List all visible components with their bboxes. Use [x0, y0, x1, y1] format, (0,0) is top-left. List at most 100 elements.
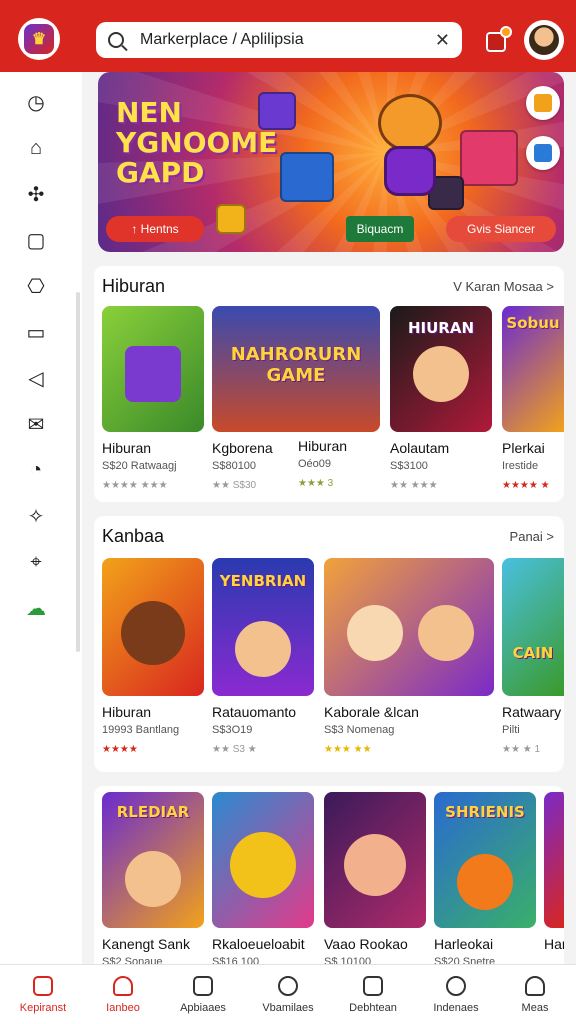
game-thumbnail: SHRIENIS — [434, 792, 536, 928]
game-card[interactable]: YENBRIAN Ratauomanto S$3O19 ★★ S3 ★ — [212, 558, 314, 755]
sidebar-home-icon[interactable]: ⌂ — [22, 134, 50, 162]
nav-tab-indexes[interactable]: Indenaes — [415, 965, 497, 1024]
game-card-text[interactable]: Hiburan Oéo09 ★★★ 3 — [298, 438, 374, 489]
share-button[interactable] — [526, 136, 560, 170]
section-title: Kanbaa — [102, 526, 165, 546]
sidebar-clock-icon[interactable]: ◷ — [22, 88, 50, 116]
sidebar-cloud-icon[interactable]: ☁ — [22, 594, 50, 622]
game-card[interactable]: SHRIENIS Harleokai S$20 Snetre — [434, 792, 536, 966]
banner-mid-button[interactable]: Biquacm — [346, 216, 414, 242]
nav-label: Debhtean — [349, 1002, 397, 1014]
game-price: S$3O19 — [212, 724, 253, 736]
sidebar-mail-icon[interactable]: ▭ — [22, 318, 50, 346]
app-logo[interactable]: ♛ — [18, 18, 60, 60]
game-card[interactable]: Kaborale &lcan S$3 Nomenag ★★★ ★★ — [324, 558, 494, 755]
banner-right-button[interactable]: Gvis Siancer — [446, 216, 556, 242]
sidebar-envelope-icon[interactable]: ✉ — [22, 410, 50, 438]
game-name: Aolautam — [390, 440, 450, 456]
nav-tab-downloads[interactable]: Debhtean — [332, 965, 414, 1024]
nav-tab-apps[interactable]: Apbiaaes — [162, 965, 244, 1024]
game-card[interactable]: Sobuu Plerkai Irestide ★★★★ ★ — [502, 306, 564, 491]
game-thumbnail — [102, 558, 204, 696]
game-price: Oéo09 — [298, 458, 332, 470]
sidebar-timer-icon[interactable]: ◔ — [22, 456, 50, 484]
person-icon — [525, 976, 545, 996]
search-bar[interactable]: Markerplace / Aplilipsia ✕ — [96, 22, 462, 58]
game-name: Plerkai — [502, 440, 545, 456]
banner-title: NEN YGNOOME GAPD — [116, 96, 278, 189]
game-price: 19993 Bantlang — [102, 724, 180, 736]
sidebar-megaphone-icon[interactable]: ◁ — [22, 364, 50, 392]
game-rating: ★★★★ ★ — [502, 480, 550, 491]
favorite-button[interactable] — [526, 86, 560, 120]
store-icon — [113, 976, 133, 996]
nav-label: Ianbeo — [106, 1002, 140, 1014]
game-card[interactable]: CAIN Ratwaary Pilti ★★ ★ 1 — [502, 558, 564, 755]
game-thumbnail: YENBRIAN — [212, 558, 314, 696]
sidebar-puzzle-icon[interactable]: ✣ — [22, 180, 50, 208]
game-name: Har — [544, 936, 564, 952]
clear-icon[interactable]: ✕ — [435, 30, 450, 51]
game-name: Harleokai — [434, 936, 494, 952]
thumb-title: SHRIENIS — [445, 802, 525, 821]
game-thumbnail: Sobuu — [502, 306, 564, 432]
crown-icon: ♛ — [24, 24, 54, 54]
game-price: Pilti — [502, 724, 520, 736]
sidebar: ◷ ⌂ ✣ ▢ ⎔ ▭ ◁ ✉ ◔ ✧ ⌖ ☁ — [0, 72, 82, 964]
sidebar-star-icon[interactable]: ✧ — [22, 502, 50, 530]
user-photo — [529, 25, 559, 55]
game-thumbnail: CAIN — [502, 558, 564, 696]
game-card[interactable]: RLEDIAR Kanengt Sank S$2 Sonaue — [102, 792, 204, 966]
game-card[interactable]: Har — [544, 792, 564, 952]
gem-tile — [216, 204, 246, 234]
sidebar-camera-icon[interactable]: ⎔ — [22, 272, 50, 300]
nav-label: Indenaes — [433, 1002, 479, 1014]
game-name: Ratwaary — [502, 704, 562, 720]
game-price: S$20 Ratwaagj — [102, 460, 177, 472]
game-thumbnail — [324, 558, 494, 696]
game-price: S$3100 — [390, 460, 428, 472]
game-card[interactable]: Vaao Rookao S$ 10100 — [324, 792, 426, 966]
game-name: Rkaloeueloabit — [212, 936, 305, 952]
bottom-navigation: Kepiranst Ianbeo Apbiaaes Vbamilaes Debh… — [0, 964, 576, 1024]
shield-icon — [278, 976, 298, 996]
game-card[interactable]: Rkaloeueloabit S$16 100 — [212, 792, 314, 966]
game-name: Hiburan — [102, 440, 152, 456]
game-card[interactable]: Hiburan S$20 Ratwaagj ★★★★ ★★★ — [102, 306, 204, 491]
game-rating: ★★★★ — [102, 744, 138, 755]
promo-banner[interactable]: NEN YGNOOME GAPD ↑ Hentns Biquacm Gvis S… — [98, 72, 564, 252]
see-more-link[interactable]: Panai > — [510, 529, 554, 544]
game-price: Irestide — [502, 460, 539, 472]
game-rating: ★★★★ ★★★ — [102, 480, 168, 491]
game-thumbnail — [212, 792, 314, 928]
section-kanbaa: Kanbaa Panai > Hiburan 19993 Bantlang ★★… — [94, 516, 564, 772]
sidebar-scrollbar[interactable] — [76, 292, 80, 652]
box-icon — [534, 94, 552, 112]
sidebar-gamepad-icon[interactable]: ⌖ — [22, 548, 50, 576]
section-featured: RLEDIAR Kanengt Sank S$2 Sonaue Rkaloeue… — [94, 786, 564, 966]
game-thumbnail: RLEDIAR — [102, 792, 204, 928]
section-title: Hiburan — [102, 276, 166, 296]
nav-tab-library[interactable]: Vbamilaes — [247, 965, 329, 1024]
banner-left-button[interactable]: ↑ Hentns — [106, 216, 204, 242]
thumb-title: NAHRORURN GAME — [230, 343, 362, 386]
mascot-image — [366, 94, 454, 204]
avatar[interactable] — [524, 20, 564, 60]
cart-button[interactable] — [484, 26, 512, 54]
gem-tile — [280, 152, 334, 202]
nav-tab-profile[interactable]: Meas — [494, 965, 576, 1024]
game-name: Vaao Rookao — [324, 936, 408, 952]
game-card[interactable]: Hiburan 19993 Bantlang ★★★★ — [102, 558, 204, 755]
nav-tab-home[interactable]: Kepiranst — [2, 965, 84, 1024]
game-rating: ★★ ★★★ — [390, 480, 438, 491]
game-thumbnail — [544, 792, 564, 928]
search-input[interactable]: Markerplace / Aplilipsia — [140, 31, 435, 49]
game-card[interactable]: HIURAN Aolautam S$3100 ★★ ★★★ — [390, 306, 492, 491]
home-icon — [33, 976, 53, 996]
sidebar-board-icon[interactable]: ▢ — [22, 226, 50, 254]
nav-label: Vbamilaes — [262, 1002, 314, 1014]
see-more-link[interactable]: V Karan Mosaa > — [453, 279, 554, 294]
game-name: Hiburan — [298, 438, 348, 454]
game-name: Kaborale &lcan — [324, 704, 419, 720]
nav-tab-store[interactable]: Ianbeo — [82, 965, 164, 1024]
